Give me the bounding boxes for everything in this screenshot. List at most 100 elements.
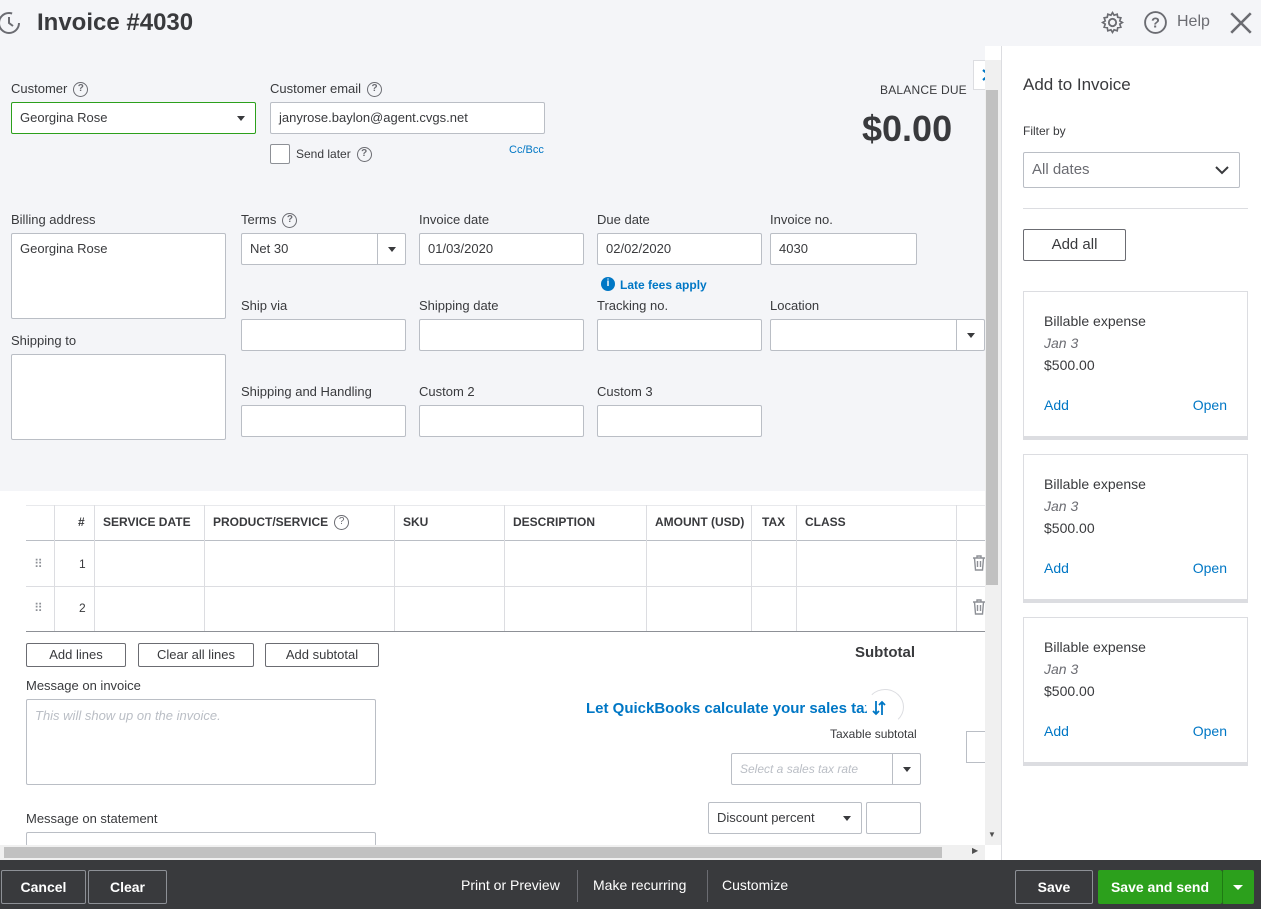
save-options-dropdown[interactable]: [1222, 870, 1254, 904]
tracking-no-input[interactable]: [597, 319, 762, 351]
line-items-section: # SERVICE DATE PRODUCT/SERVICE? SKU DESC…: [0, 491, 985, 846]
customize-button[interactable]: Customize: [722, 877, 788, 893]
discount-value-input[interactable]: [866, 802, 921, 834]
svg-text:?: ?: [1151, 16, 1160, 32]
chevron-down-icon[interactable]: [377, 234, 405, 264]
customer-email-label: Customer email: [270, 81, 362, 96]
chevron-down-icon[interactable]: [956, 320, 984, 350]
message-statement-textarea[interactable]: [26, 832, 376, 846]
card-open-link[interactable]: Open: [1193, 397, 1227, 413]
vertical-scrollbar[interactable]: ▼: [985, 60, 1001, 845]
table-row[interactable]: ⠿ 2: [26, 587, 985, 631]
tracking-no-label: Tracking no.: [597, 298, 669, 313]
custom3-input[interactable]: [597, 405, 762, 437]
shipping-to-textarea[interactable]: [11, 354, 226, 440]
location-select[interactable]: [770, 319, 985, 351]
terms-value: Net 30: [250, 241, 289, 256]
customer-select[interactable]: Georgina Rose: [11, 102, 256, 134]
close-icon[interactable]: [1228, 10, 1254, 36]
shipping-handling-input[interactable]: [241, 405, 406, 437]
chevron-down-icon[interactable]: [833, 803, 861, 833]
card-title: Billable expense: [1044, 313, 1146, 329]
message-invoice-textarea[interactable]: This will show up on the invoice.: [26, 699, 376, 785]
terms-select[interactable]: Net 30: [241, 233, 406, 265]
late-fees-link[interactable]: Late fees apply: [620, 278, 707, 292]
billing-address-textarea[interactable]: Georgina Rose: [11, 233, 226, 319]
send-later-checkbox[interactable]: [270, 144, 290, 164]
tax-toggle-button[interactable]: [866, 689, 904, 725]
billable-expense-card: Billable expense Jan 3 $500.00 Add Open: [1023, 291, 1248, 437]
balance-due-value: $0.00: [862, 108, 953, 149]
cc-bcc-link[interactable]: Cc/Bcc: [509, 144, 544, 156]
ship-via-input[interactable]: [241, 319, 406, 351]
card-open-link[interactable]: Open: [1193, 560, 1227, 576]
location-label: Location: [770, 298, 820, 313]
save-button[interactable]: Save: [1015, 870, 1093, 904]
card-open-link[interactable]: Open: [1193, 723, 1227, 739]
card-amount: $500.00: [1044, 683, 1095, 699]
add-all-button[interactable]: Add all: [1023, 229, 1126, 261]
message-invoice-label: Message on invoice: [26, 678, 141, 693]
help-circle-icon[interactable]: ?: [356, 147, 372, 163]
clear-all-lines-button[interactable]: Clear all lines: [138, 643, 254, 667]
chevron-down-icon[interactable]: [227, 103, 255, 133]
col-header-service-date: SERVICE DATE: [103, 515, 191, 529]
invoice-no-input[interactable]: 4030: [770, 233, 917, 265]
shipping-date-input[interactable]: [419, 319, 584, 351]
filter-dates-value: All dates: [1032, 161, 1090, 178]
scroll-right-arrow-icon[interactable]: ▶: [972, 846, 978, 855]
billable-expense-card: Billable expense Jan 3 $500.00 Add Open: [1023, 454, 1248, 600]
invoice-date-label: Invoice date: [419, 212, 490, 227]
invoice-no-label: Invoice no.: [770, 212, 833, 227]
billable-expense-card: Billable expense Jan 3 $500.00 Add Open: [1023, 617, 1248, 763]
help-circle-icon[interactable]: ?: [73, 82, 89, 98]
col-header-amount: AMOUNT (USD): [655, 515, 745, 529]
customer-value: Georgina Rose: [20, 110, 108, 125]
row-number: 2: [79, 601, 86, 615]
card-add-link[interactable]: Add: [1044, 560, 1069, 576]
shipping-date-label: Shipping date: [419, 298, 499, 313]
history-icon[interactable]: [0, 10, 22, 36]
card-add-link[interactable]: Add: [1044, 397, 1069, 413]
help-icon[interactable]: ?: [1143, 10, 1168, 35]
shipping-to-label: Shipping to: [11, 333, 77, 348]
custom2-input[interactable]: [419, 405, 584, 437]
customer-email-input[interactable]: janyrose.baylon@agent.cvgs.net: [270, 102, 545, 134]
help-circle-icon[interactable]: ?: [282, 213, 298, 229]
chevron-down-icon[interactable]: [1215, 165, 1229, 175]
help-circle-icon[interactable]: ?: [334, 515, 350, 531]
table-row[interactable]: ⠿ 1: [26, 541, 985, 586]
filter-dates-select[interactable]: All dates: [1023, 152, 1240, 188]
calculate-sales-tax-link[interactable]: Let QuickBooks calculate your sales tax: [586, 700, 873, 717]
make-recurring-button[interactable]: Make recurring: [593, 877, 686, 893]
invoice-no-value: 4030: [779, 241, 808, 256]
invoice-date-value: 01/03/2020: [428, 241, 494, 256]
cancel-button[interactable]: Cancel: [1, 870, 86, 904]
add-lines-button[interactable]: Add lines: [26, 643, 126, 667]
billing-address-label: Billing address: [11, 212, 96, 227]
drag-handle-icon[interactable]: ⠿: [34, 557, 43, 571]
horizontal-scrollbar[interactable]: ▶: [0, 845, 985, 860]
print-preview-button[interactable]: Print or Preview: [461, 877, 560, 893]
chevron-down-icon[interactable]: [892, 754, 920, 784]
custom2-label: Custom 2: [419, 384, 475, 399]
drag-handle-icon[interactable]: ⠿: [34, 601, 43, 615]
save-and-send-button[interactable]: Save and send: [1098, 870, 1222, 904]
horizontal-scroll-thumb[interactable]: [4, 847, 942, 858]
add-to-invoice-panel: Add to Invoice Filter by All dates Add a…: [1001, 46, 1261, 860]
help-link[interactable]: Help: [1177, 13, 1210, 31]
clear-button[interactable]: Clear: [88, 870, 167, 904]
due-date-input[interactable]: 02/02/2020: [597, 233, 762, 265]
scroll-down-arrow-icon[interactable]: ▼: [988, 830, 996, 839]
card-title: Billable expense: [1044, 639, 1146, 655]
discount-type-select[interactable]: Discount percent: [708, 802, 862, 834]
trash-icon[interactable]: [972, 555, 986, 571]
help-circle-icon[interactable]: ?: [367, 82, 383, 98]
vertical-scroll-thumb[interactable]: [986, 90, 998, 585]
add-subtotal-button[interactable]: Add subtotal: [265, 643, 379, 667]
sales-tax-rate-select[interactable]: Select a sales tax rate: [731, 753, 921, 785]
invoice-date-input[interactable]: 01/03/2020: [419, 233, 584, 265]
trash-icon[interactable]: [972, 599, 986, 615]
card-add-link[interactable]: Add: [1044, 723, 1069, 739]
gear-icon[interactable]: [1100, 10, 1125, 35]
